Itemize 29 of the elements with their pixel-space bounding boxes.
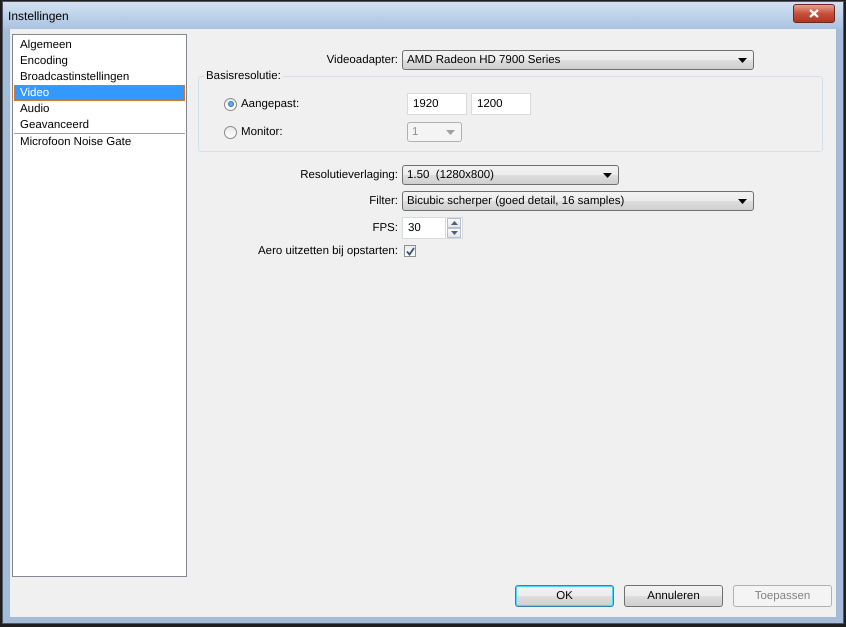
sidebar-item[interactable]: Algemeen [14,37,185,53]
field-label: Aero uitzetten bij opstarten: [257,245,399,257]
field-label: Videoadapter: [326,54,399,66]
window-title: Instellingen [8,8,69,22]
radio-label[interactable]: Aangepast: [241,98,300,110]
sidebar-item[interactable]: Encoding [14,53,185,69]
sidebar-item[interactable]: Broadcastinstellingen [14,69,185,85]
checkbox[interactable] [404,245,416,257]
field-label: FPS: [371,222,399,234]
dropdown[interactable]: 1.50 (1280x800) [402,165,619,185]
sidebar-item[interactable]: Audio [14,101,185,117]
dialog-button[interactable]: OK [515,585,614,607]
group-title: Basisresolutie: [204,70,283,82]
field-label: Filter: [368,195,399,207]
dropdown[interactable]: AMD Radeon HD 7900 Series [402,50,754,70]
close-icon [809,9,819,18]
dropdown[interactable]: Bicubic scherper (goed detail, 16 samples) [402,191,754,211]
dialog-button[interactable]: Annuleren [624,585,723,607]
dropdown-arrow-icon [603,172,612,178]
width-field[interactable]: 1920 [407,93,467,115]
close-button[interactable] [793,4,835,23]
height-field[interactable]: 1200 [471,93,531,115]
sidebar-item[interactable]: Microfoon Noise Gate [14,133,185,150]
sidebar-item[interactable]: Geavanceerd [14,117,185,133]
radio-button[interactable] [224,98,237,110]
field-label: Resolutieverlaging: [299,169,399,181]
dropdown-arrow-icon [738,58,747,62]
dropdown-arrow-icon [738,198,747,204]
dropdown-arrow-icon [446,130,455,134]
